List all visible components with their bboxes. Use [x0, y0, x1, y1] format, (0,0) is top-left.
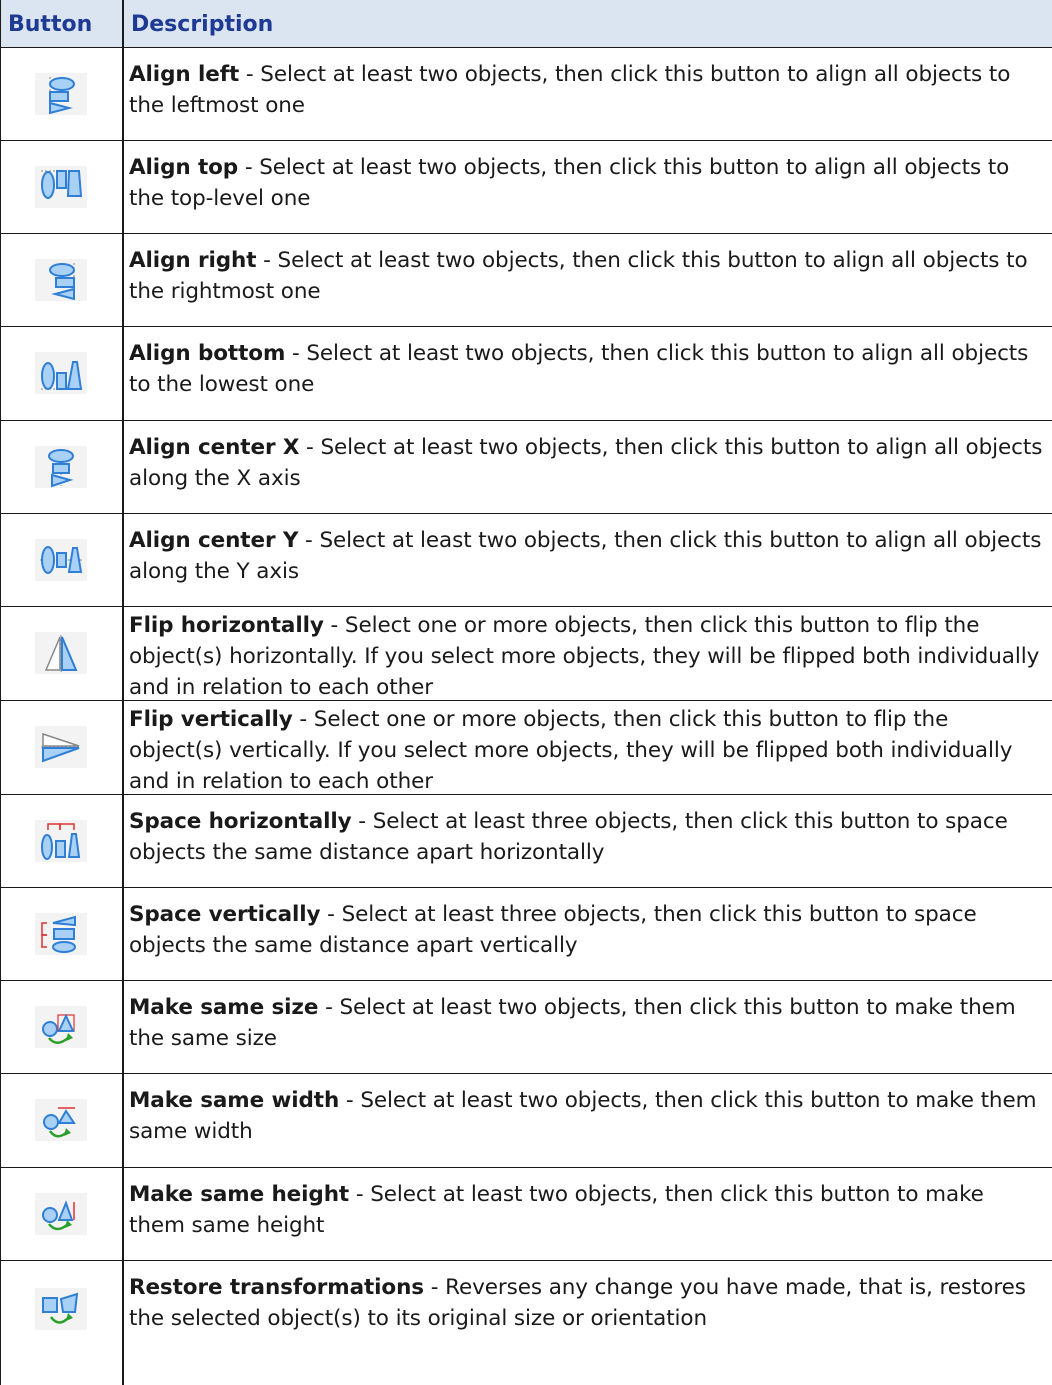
description-cell: Align right - Select at least two object… — [124, 233, 1052, 326]
description-text: Make same width - Select at least two ob… — [129, 1085, 1046, 1147]
feature-description: - Select at least two objects, then clic… — [129, 155, 1010, 211]
feature-title: Space horizontally — [129, 809, 352, 834]
table-row: Flip horizontally - Select one or more o… — [0, 606, 1052, 700]
table-row: Align top - Select at least two objects,… — [0, 140, 1052, 233]
description-text: Restore transformations - Reverses any c… — [129, 1272, 1046, 1334]
feature-description: - Select at least two objects, then clic… — [129, 248, 1028, 304]
restore-transformations-icon — [35, 1288, 87, 1330]
table-row: Flip vertically - Select one or more obj… — [0, 700, 1052, 794]
table-row: Restore transformations - Reverses any c… — [0, 1260, 1052, 1385]
description-cell: Align left - Select at least two objects… — [124, 47, 1052, 140]
table-row: Align bottom - Select at least two objec… — [0, 326, 1052, 420]
make-same-width-icon — [35, 1099, 87, 1141]
description-text: Space horizontally - Select at least thr… — [129, 806, 1046, 868]
space-horizontally-icon — [35, 820, 87, 862]
description-text: Align top - Select at least two objects,… — [129, 152, 1046, 214]
feature-title: Make same size — [129, 995, 319, 1020]
description-cell: Flip horizontally - Select one or more o… — [124, 606, 1052, 700]
description-text: Align left - Select at least two objects… — [129, 59, 1046, 121]
description-text: Align center Y - Select at least two obj… — [129, 525, 1046, 587]
table-row: Align center Y - Select at least two obj… — [0, 513, 1052, 606]
feature-title: Make same height — [129, 1182, 350, 1207]
table-row: Make same height - Select at least two o… — [0, 1167, 1052, 1260]
align-center-x-icon — [35, 446, 87, 488]
description-text: Make same height - Select at least two o… — [129, 1179, 1046, 1241]
table-row: Align left - Select at least two objects… — [0, 47, 1052, 140]
description-text: Flip horizontally - Select one or more o… — [129, 610, 1046, 703]
align-left-icon — [35, 73, 87, 115]
feature-title: Restore transformations — [129, 1275, 425, 1300]
feature-title: Make same width — [129, 1088, 340, 1113]
feature-title: Flip horizontally — [129, 613, 324, 638]
description-cell: Space horizontally - Select at least thr… — [124, 794, 1052, 887]
description-cell: Make same width - Select at least two ob… — [124, 1073, 1052, 1167]
feature-title: Align bottom — [129, 341, 286, 366]
align-bottom-icon — [35, 352, 87, 394]
header-description-label: Description — [131, 12, 274, 37]
description-cell: Make same height - Select at least two o… — [124, 1167, 1052, 1260]
feature-title: Flip vertically — [129, 707, 293, 732]
description-text: Flip vertically - Select one or more obj… — [129, 704, 1046, 797]
flip-horizontally-icon — [35, 632, 87, 674]
description-cell: Restore transformations - Reverses any c… — [124, 1260, 1052, 1385]
feature-title: Align top — [129, 155, 239, 180]
table-row: Space vertically - Select at least three… — [0, 887, 1052, 980]
make-same-height-icon — [35, 1193, 87, 1235]
flip-vertically-icon — [35, 726, 87, 768]
description-text: Align right - Select at least two object… — [129, 245, 1046, 307]
table-border-left — [0, 0, 1, 1385]
table-row: Space horizontally - Select at least thr… — [0, 794, 1052, 887]
align-center-y-icon — [35, 539, 87, 581]
description-cell: Space vertically - Select at least three… — [124, 887, 1052, 980]
description-text: Align center X - Select at least two obj… — [129, 432, 1046, 494]
feature-title: Align center Y — [129, 528, 299, 553]
make-same-size-icon — [35, 1006, 87, 1048]
feature-title: Align left — [129, 62, 240, 87]
align-top-icon — [35, 166, 87, 208]
table-row: Align right - Select at least two object… — [0, 233, 1052, 326]
feature-title: Space vertically — [129, 902, 321, 927]
description-cell: Flip vertically - Select one or more obj… — [124, 700, 1052, 794]
description-text: Make same size - Select at least two obj… — [129, 992, 1046, 1054]
description-cell: Align center Y - Select at least two obj… — [124, 513, 1052, 606]
description-cell: Make same size - Select at least two obj… — [124, 980, 1052, 1073]
table-row: Align center X - Select at least two obj… — [0, 420, 1052, 513]
description-text: Align bottom - Select at least two objec… — [129, 338, 1046, 400]
description-cell: Align center X - Select at least two obj… — [124, 420, 1052, 513]
table-column-divider — [122, 0, 124, 1385]
table-header-row: Button Description — [0, 0, 1052, 47]
description-cell: Align bottom - Select at least two objec… — [124, 326, 1052, 420]
align-right-icon — [35, 259, 87, 301]
feature-description: - Select at least two objects, then clic… — [129, 62, 1011, 118]
feature-title: Align right — [129, 248, 257, 273]
description-text: Space vertically - Select at least three… — [129, 899, 1046, 961]
space-vertically-icon — [35, 913, 87, 955]
feature-title: Align center X — [129, 435, 300, 460]
header-button-label: Button — [8, 12, 93, 37]
table-row: Make same size - Select at least two obj… — [0, 980, 1052, 1073]
table-row: Make same width - Select at least two ob… — [0, 1073, 1052, 1167]
description-cell: Align top - Select at least two objects,… — [124, 140, 1052, 233]
